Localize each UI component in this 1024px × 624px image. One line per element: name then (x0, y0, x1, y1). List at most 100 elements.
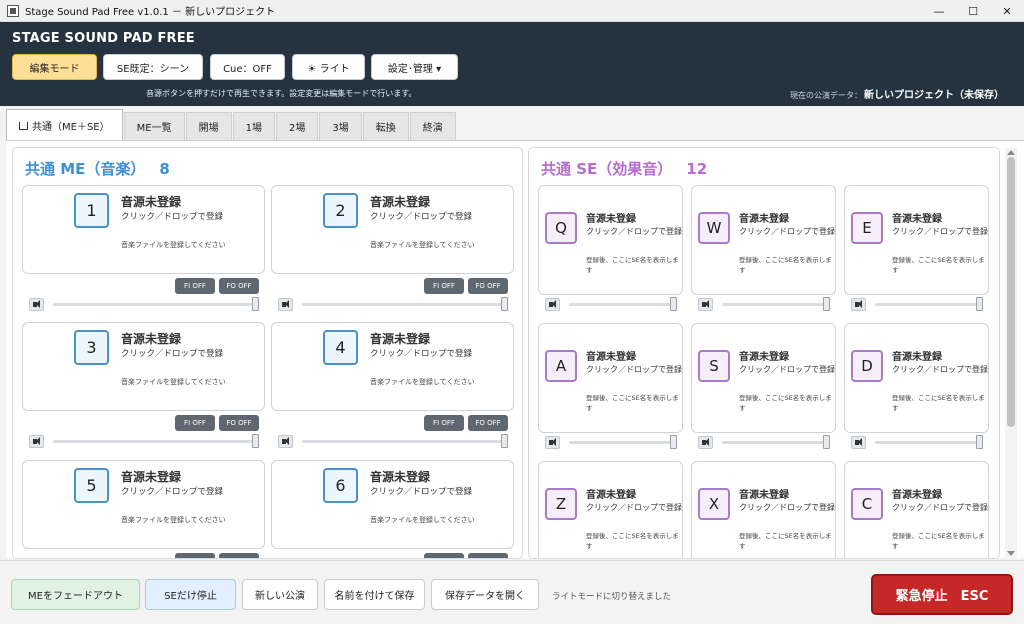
stop-se-button[interactable]: SEだけ停止 (145, 579, 236, 610)
volume-slider[interactable] (875, 303, 983, 306)
volume-slider[interactable] (53, 303, 259, 306)
pad-instruction: クリック／ドロップで登録 (739, 503, 835, 512)
volume-icon (278, 435, 293, 448)
key-badge: 3 (74, 330, 109, 365)
volume-slider-thumb[interactable] (501, 434, 508, 448)
pad-hint: 音楽ファイルを登録してください (370, 378, 475, 386)
fade-out-toggle[interactable]: FO OFF (468, 278, 508, 294)
minimize-button[interactable]: — (922, 0, 956, 22)
pad-hint: 登録後、ここにSE名を表示します (586, 256, 679, 274)
se-pad[interactable]: S 音源未登録 クリック／ドロップで登録 登録後、ここにSE名を表示します (691, 323, 836, 433)
fade-out-toggle[interactable]: FO OFF (219, 278, 259, 294)
key-badge: 2 (323, 193, 358, 228)
volume-slider-thumb[interactable] (501, 297, 508, 311)
tab-scene-3[interactable]: 3場 (319, 112, 362, 140)
se-panel-title: 共通 SE（効果音） 12 (541, 160, 708, 178)
volume-slider-thumb[interactable] (670, 435, 677, 449)
volume-slider[interactable] (722, 303, 830, 306)
se-pad[interactable]: A 音源未登録 クリック／ドロップで登録 登録後、ここにSE名を表示します (538, 323, 683, 433)
me-pad[interactable]: 3 音源未登録 クリック／ドロップで登録 音楽ファイルを登録してください (22, 322, 265, 411)
volume-slider-thumb[interactable] (252, 434, 259, 448)
fade-out-toggle[interactable] (219, 553, 259, 558)
fade-out-toggle[interactable] (468, 553, 508, 558)
volume-slider[interactable] (53, 440, 259, 443)
scene-tabs: 共通（ME＋SE） ME一覧 開場 1場 2場 3場 転換 終演 (6, 109, 457, 140)
edit-mode-button[interactable]: 編集モード (12, 54, 97, 80)
key-badge: D (851, 350, 883, 382)
tab-ending[interactable]: 終演 (409, 112, 456, 140)
save-as-button[interactable]: 名前を付けて保存 (324, 579, 425, 610)
pad-title: 音源未登録 (892, 352, 942, 363)
key-badge: S (698, 350, 730, 382)
se-pad[interactable]: Q 音源未登録 クリック／ドロップで登録 登録後、ここにSE名を表示します (538, 185, 683, 295)
volume-slider[interactable] (302, 440, 508, 443)
se-pad[interactable]: W 音源未登録 クリック／ドロップで登録 登録後、ここにSE名を表示します (691, 185, 836, 295)
tab-common[interactable]: 共通（ME＋SE） (6, 109, 123, 140)
new-show-button[interactable]: 新しい公演 (242, 579, 318, 610)
pad-instruction: クリック／ドロップで登録 (739, 365, 835, 374)
tab-scene-1[interactable]: 1場 (232, 112, 275, 140)
tab-me-list[interactable]: ME一覧 (123, 112, 185, 140)
se-default-button[interactable]: SE既定：シーン (103, 54, 203, 80)
volume-slider[interactable] (302, 303, 508, 306)
pad-instruction: クリック／ドロップで登録 (370, 212, 473, 222)
settings-menu-button[interactable]: 設定･管理 ▾ (371, 54, 458, 80)
volume-slider[interactable] (722, 441, 830, 444)
volume-slider[interactable] (875, 441, 983, 444)
me-pad[interactable]: 5 音源未登録 クリック／ドロップで登録 音楽ファイルを登録してください (22, 460, 265, 549)
pad-hint: 音楽ファイルを登録してください (370, 516, 475, 524)
pad-hint: 登録後、ここにSE名を表示します (586, 532, 679, 550)
key-badge: 6 (323, 468, 358, 503)
volume-slider-thumb[interactable] (976, 297, 983, 311)
me-pad[interactable]: 1 音源未登録 クリック／ドロップで登録 音楽ファイルを登録してください (22, 185, 265, 274)
light-mode-button[interactable]: ☀ ライト (292, 54, 365, 80)
se-pad[interactable]: C 音源未登録 クリック／ドロップで登録 登録後、ここにSE名を表示します (844, 461, 989, 558)
open-data-button[interactable]: 保存データを開く (431, 579, 539, 610)
fade-out-toggle[interactable]: FO OFF (468, 415, 508, 431)
project-label: 現在の公演データ： (790, 91, 862, 100)
fade-in-toggle[interactable] (424, 553, 464, 558)
tab-scene-2[interactable]: 2場 (275, 112, 319, 140)
pad-instruction: クリック／ドロップで登録 (892, 365, 988, 374)
emergency-stop-button[interactable]: 緊急停止 ESC (871, 574, 1013, 615)
volume-slider-thumb[interactable] (823, 435, 830, 449)
se-pad[interactable]: X 音源未登録 クリック／ドロップで登録 登録後、ここにSE名を表示します (691, 461, 836, 558)
scroll-down-icon[interactable] (1007, 551, 1015, 556)
fade-out-me-button[interactable]: MEをフェードアウト (11, 579, 140, 610)
pad-instruction: クリック／ドロップで登録 (586, 365, 682, 374)
fade-in-toggle[interactable]: FI OFF (175, 278, 215, 294)
app-icon (7, 4, 19, 17)
fade-in-toggle[interactable]: FI OFF (175, 415, 215, 431)
se-pad[interactable]: Z 音源未登録 クリック／ドロップで登録 登録後、ここにSE名を表示します (538, 461, 683, 558)
volume-slider-thumb[interactable] (976, 435, 983, 449)
key-badge: X (698, 488, 730, 520)
volume-slider-thumb[interactable] (252, 297, 259, 311)
pad-instruction: クリック／ドロップで登録 (739, 227, 835, 236)
pad-hint: 音楽ファイルを登録してください (370, 241, 475, 249)
pad-hint: 登録後、ここにSE名を表示します (892, 394, 985, 412)
window-titlebar: Stage Sound Pad Free v1.0.1 － 新しいプロジェクト … (0, 0, 1024, 22)
se-pad[interactable]: E 音源未登録 クリック／ドロップで登録 登録後、ここにSE名を表示します (844, 185, 989, 295)
tab-opening[interactable]: 開場 (185, 112, 232, 140)
scrollbar-thumb[interactable] (1007, 157, 1015, 427)
pad-instruction: クリック／ドロップで登録 (370, 487, 473, 497)
fade-in-toggle[interactable] (175, 553, 215, 558)
me-pad[interactable]: 4 音源未登録 クリック／ドロップで登録 音楽ファイルを登録してください (271, 322, 514, 411)
volume-slider[interactable] (569, 303, 677, 306)
fade-in-toggle[interactable]: FI OFF (424, 278, 464, 294)
scroll-up-icon[interactable] (1007, 150, 1015, 155)
cue-toggle-button[interactable]: Cue：OFF (210, 54, 285, 80)
vertical-scrollbar[interactable] (1005, 148, 1017, 558)
volume-slider-thumb[interactable] (670, 297, 677, 311)
se-pad[interactable]: D 音源未登録 クリック／ドロップで登録 登録後、ここにSE名を表示します (844, 323, 989, 433)
me-pad[interactable]: 6 音源未登録 クリック／ドロップで登録 音楽ファイルを登録してください (271, 460, 514, 549)
volume-slider[interactable] (569, 441, 677, 444)
tab-change[interactable]: 転換 (362, 112, 409, 140)
fade-out-toggle[interactable]: FO OFF (219, 415, 259, 431)
close-button[interactable]: ✕ (990, 0, 1024, 22)
me-pad[interactable]: 2 音源未登録 クリック／ドロップで登録 音楽ファイルを登録してください (271, 185, 514, 274)
maximize-button[interactable]: ☐ (956, 0, 990, 22)
pad-title: 音源未登録 (892, 490, 942, 501)
fade-in-toggle[interactable]: FI OFF (424, 415, 464, 431)
volume-slider-thumb[interactable] (823, 297, 830, 311)
